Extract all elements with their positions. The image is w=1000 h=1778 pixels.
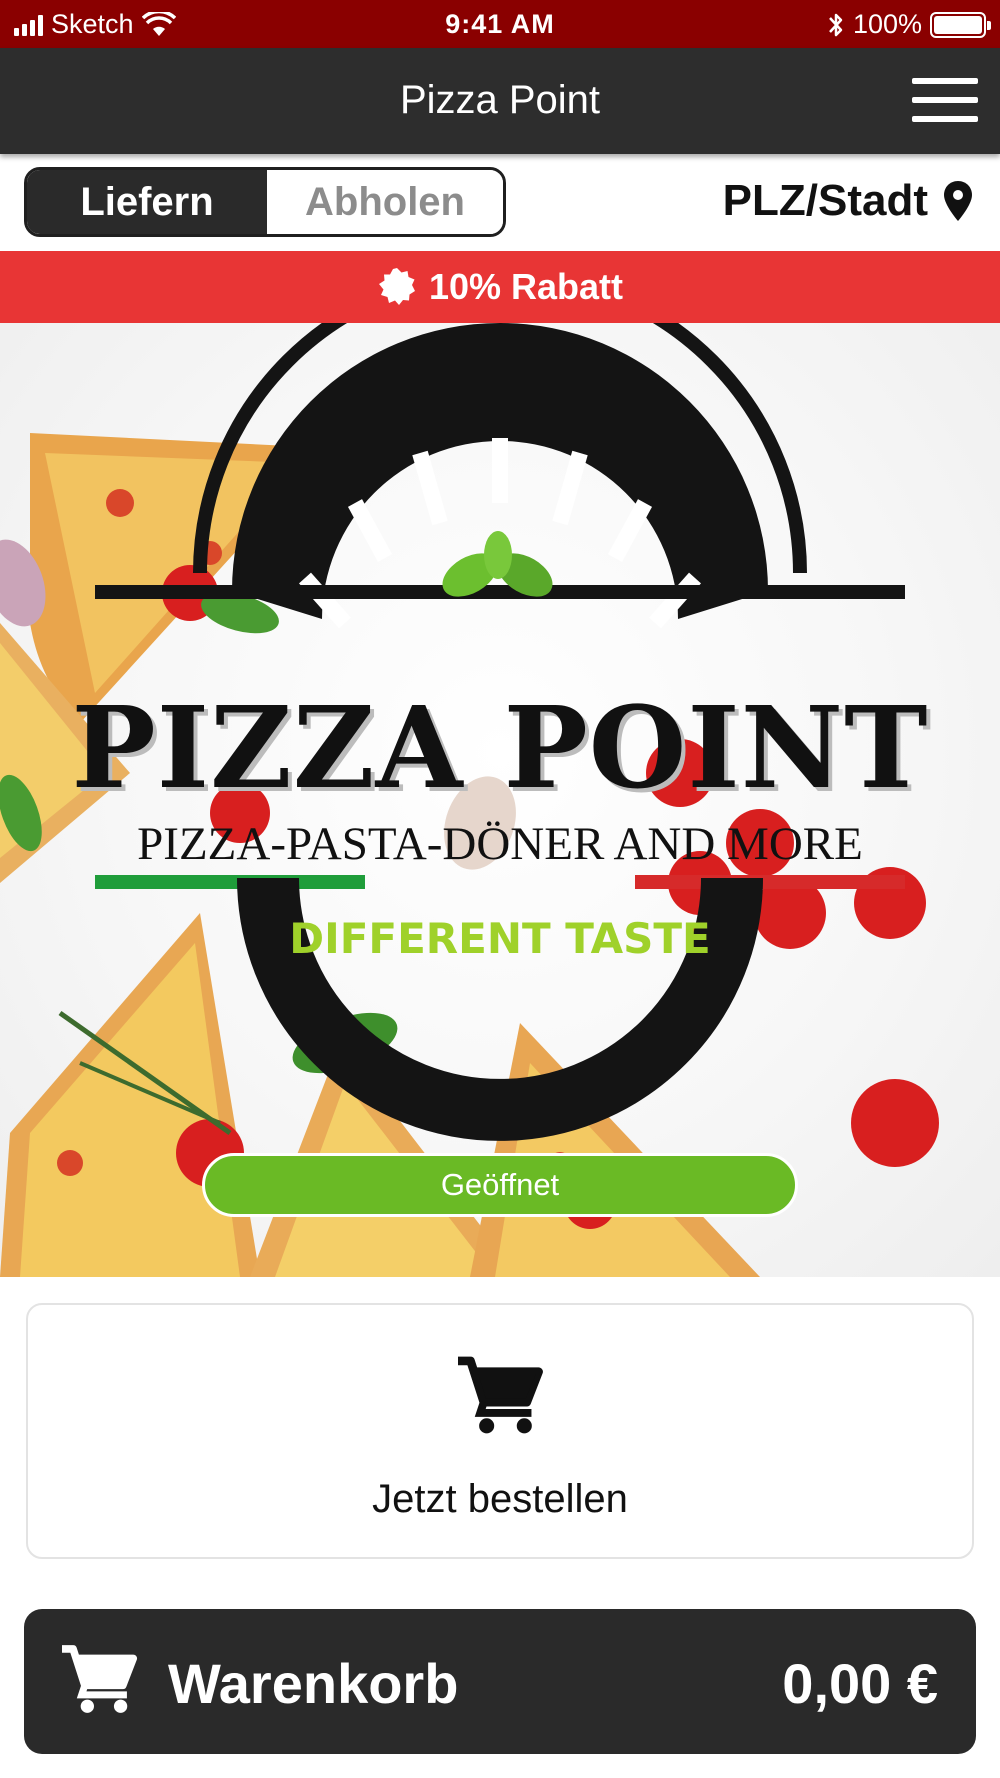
status-bar: Sketch 9:41 AM 100% <box>0 0 1000 48</box>
status-right: 100% <box>827 9 991 40</box>
discount-text: 10% Rabatt <box>428 266 624 307</box>
location-selector[interactable]: PLZ/Stadt <box>723 176 972 226</box>
toggle-abholen[interactable]: Abholen <box>267 170 503 234</box>
bluetooth-icon <box>829 13 843 36</box>
hamburger-menu-icon[interactable] <box>912 78 978 122</box>
map-pin-icon <box>944 181 972 221</box>
order-mode-toggle: Liefern Abholen <box>24 167 506 237</box>
cart-icon <box>62 1645 138 1713</box>
toggle-liefern[interactable]: Liefern <box>27 170 267 234</box>
app-title: Pizza Point <box>399 78 601 122</box>
cart-icon <box>458 1356 543 1434</box>
basket-label: Warenkorb <box>168 1652 459 1715</box>
svg-text:DIFFERENT TASTE: DIFFERENT TASTE <box>289 914 711 963</box>
badge-icon <box>378 268 415 305</box>
order-now-card[interactable]: Jetzt bestellen <box>26 1303 974 1559</box>
logo-tagline: DIFFERENT TASTE <box>289 914 711 963</box>
basket-bar[interactable]: Warenkorb 0,00 € <box>24 1609 976 1754</box>
open-status-badge: Geöffnet <box>202 1153 798 1217</box>
order-now-label: Jetzt bestellen <box>372 1477 628 1521</box>
nav-bar: Pizza Point <box>0 48 1000 154</box>
battery-percent: 100% <box>852 9 922 39</box>
logo-title: PIZZA POINT <box>71 683 929 814</box>
location-label: PLZ/Stadt <box>722 176 928 225</box>
hero-image: DIFFERENT TASTE PIZZA POINT PIZZA-PASTA-… <box>0 323 1000 1277</box>
basket-total: 0,00 € <box>782 1652 938 1715</box>
logo-subtitle: PIZZA-PASTA-DÖNER AND MORE <box>137 818 863 870</box>
discount-banner[interactable]: 10% Rabatt <box>0 251 1000 323</box>
battery-icon <box>930 11 991 38</box>
